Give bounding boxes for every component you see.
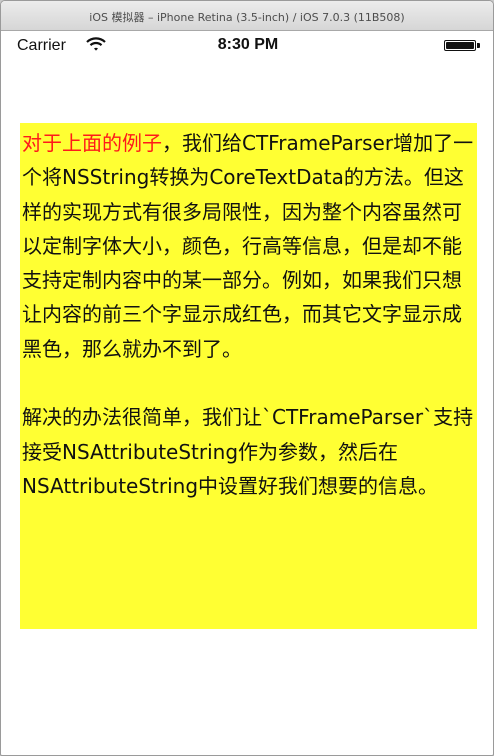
article-text-view: 对于上面的例子，我们给CTFrameParser增加了一个将NSString转换… [20, 123, 477, 629]
status-time: 8:30 PM [217, 36, 279, 53]
battery-icon [444, 40, 476, 51]
paragraph-2: 解决的办法很简单，我们让`CTFrameParser`支持接受NSAttribu… [22, 405, 474, 498]
battery-fill [446, 42, 474, 49]
battery-cap [477, 43, 480, 48]
simulator-title: iOS 模拟器 – iPhone Retina (3.5-inch) / iOS… [89, 11, 405, 24]
simulator-window: iOS 模拟器 – iPhone Retina (3.5-inch) / iOS… [0, 0, 494, 756]
paragraph-1-text: ，我们给CTFrameParser增加了一个将NSString转换为CoreTe… [22, 131, 474, 361]
simulator-titlebar: iOS 模拟器 – iPhone Retina (3.5-inch) / iOS… [1, 1, 493, 31]
paragraph-1-red-text: 对于上面的例子 [22, 131, 162, 155]
status-bar: Carrier 8:30 PM [11, 31, 485, 59]
paragraph-1: 对于上面的例子，我们给CTFrameParser增加了一个将NSString转换… [22, 126, 475, 366]
iphone-screen: Carrier 8:30 PM 对于上面的例子，我们给CTFrameParser… [11, 31, 485, 746]
